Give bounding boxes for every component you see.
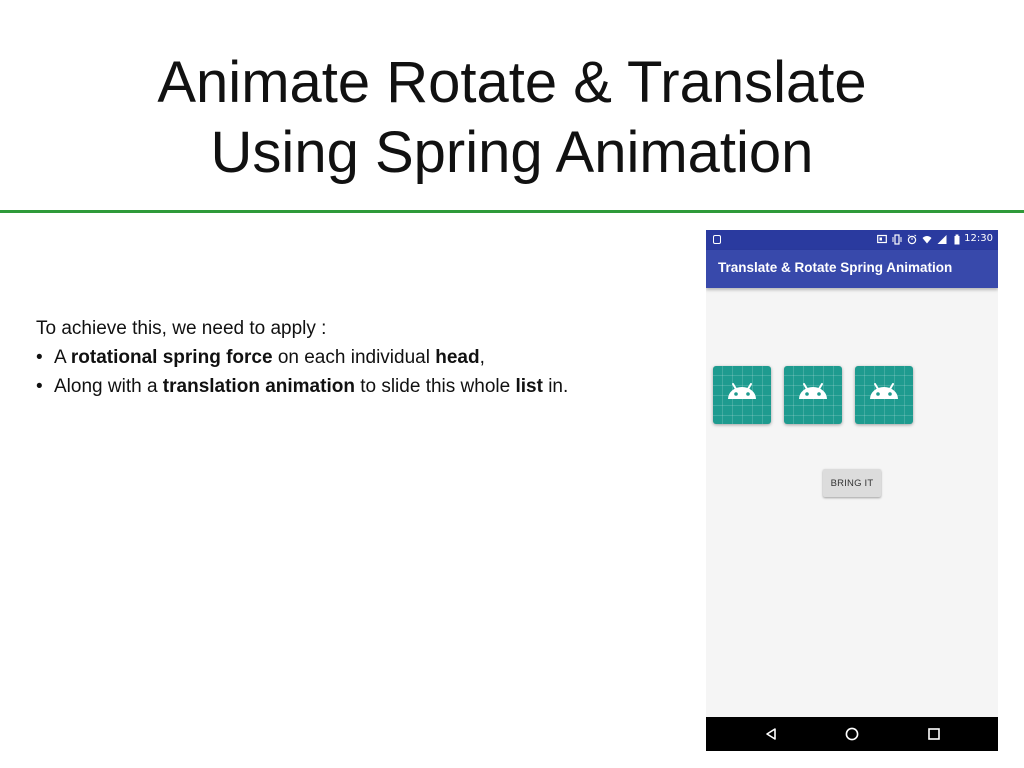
status-time: 12:30 [964,233,993,244]
bullet-item: Along with a translation animation to sl… [36,372,676,401]
bring-it-button[interactable]: BRING IT [823,469,881,497]
bullet-text: in. [542,376,569,397]
navigation-bar [706,717,998,751]
android-head-icon [713,366,771,424]
cast-icon [877,234,887,244]
notification-icon [713,235,721,244]
bullet-item: A rotational spring force on each indivi… [36,343,676,372]
title-divider [0,210,1024,213]
bullet-list: A rotational spring force on each indivi… [36,343,676,401]
intro-text: To achieve this, we need to apply : [36,318,327,339]
app-bar: Translate & Rotate Spring Animation [706,250,998,288]
home-icon[interactable] [844,726,860,742]
wifi-icon [922,236,932,244]
bullet-text: to slide this whole [354,376,516,397]
app-title: Translate & Rotate Spring Animation [718,260,953,275]
android-head-3[interactable] [855,366,913,424]
vibrate-icon [892,234,902,245]
bullet-bold-text: list [515,376,543,397]
battery-icon [954,234,960,245]
slide-title: Animate Rotate & Translate Using Spring … [0,48,1024,188]
status-bar: 12:30 [706,230,998,250]
android-head-icon [855,366,913,424]
android-head-2[interactable] [784,366,842,424]
android-head-1[interactable] [713,366,771,424]
bullet-text: Along with a [54,376,163,397]
bullet-bold-text: rotational spring force [70,347,273,368]
recents-icon[interactable] [926,726,942,742]
phone-screen: 12:30 Translate & Rotate Spring Animatio… [706,230,998,751]
bullet-bold-text: head [435,347,480,368]
bullet-bold-text: translation animation [162,376,355,397]
alarm-icon [907,234,917,245]
bullet-text: , [479,347,485,368]
bullet-text: A [54,347,71,368]
bullet-text: on each individual [272,347,436,368]
slide-title-line1: Animate Rotate & Translate [157,50,867,115]
signal-icon [937,235,947,244]
back-icon[interactable] [763,726,779,742]
android-head-icon [784,366,842,424]
status-icons [877,234,962,245]
slide-body: To achieve this, we need to apply : A ro… [36,314,676,401]
slide-title-line2: Using Spring Animation [210,120,814,185]
